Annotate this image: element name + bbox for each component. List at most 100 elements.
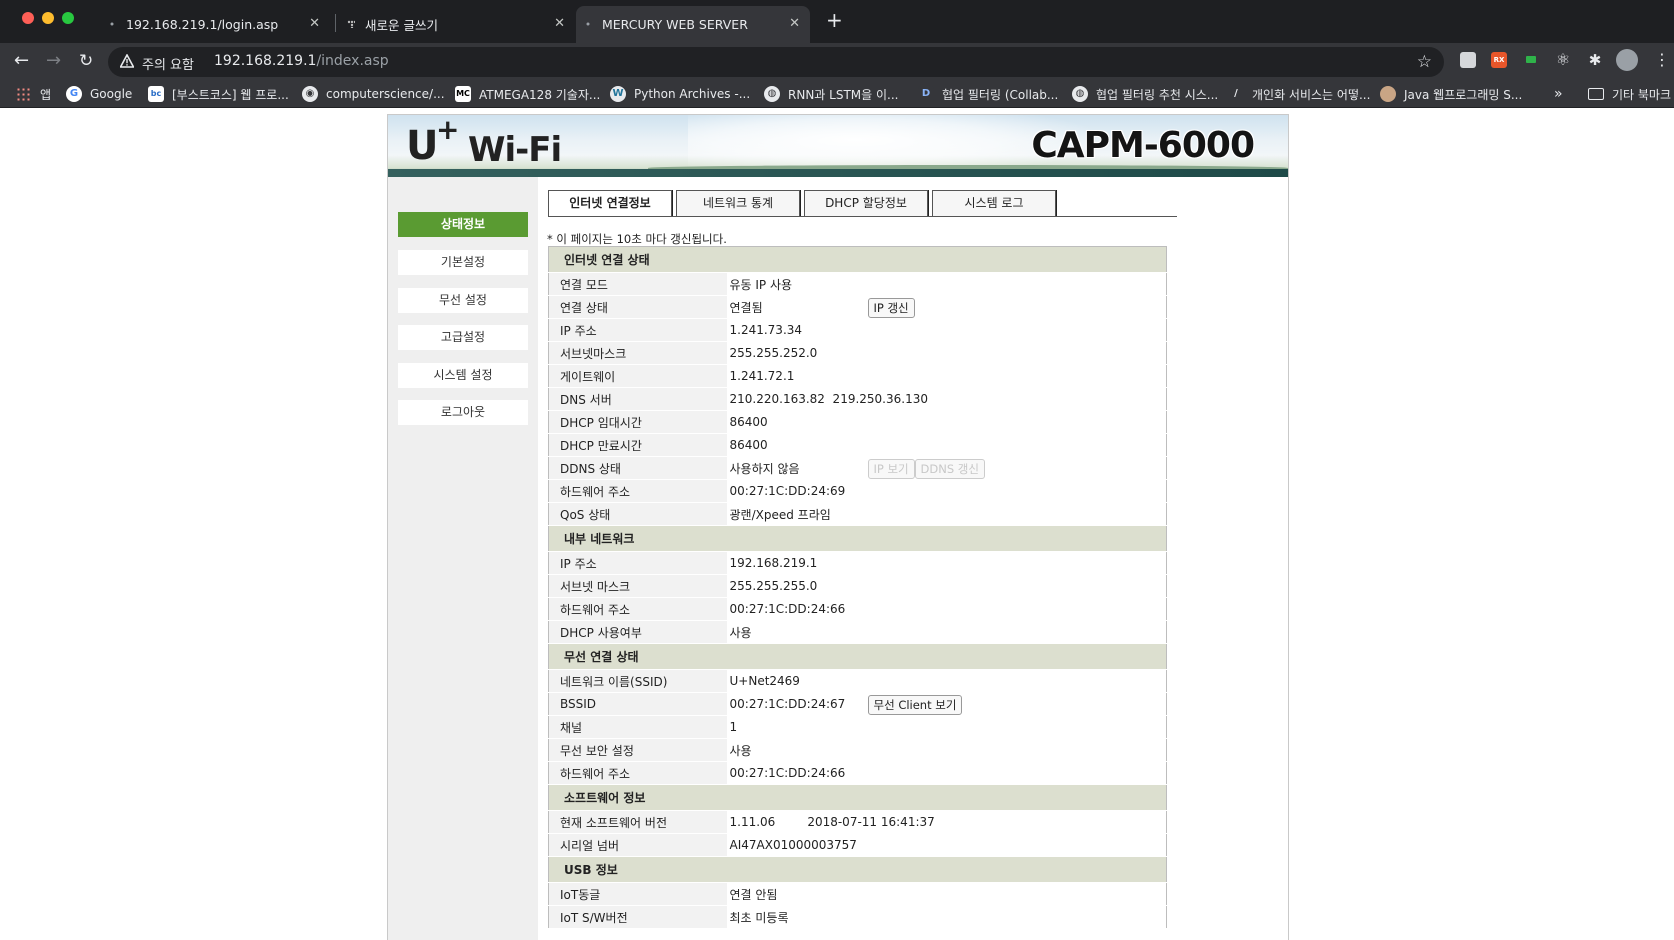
bookmark-label: RNN과 LSTM을 이... — [788, 87, 899, 102]
row-value: 00:27:1C:DD:24:66 — [726, 597, 1167, 621]
bookmark-collab-recommend[interactable]: ◍ 협업 필터링 추천 시스... — [1072, 84, 1218, 104]
sidebar-item-advanced-settings[interactable]: 고급설정 — [398, 325, 528, 350]
bookmark-google[interactable]: G Google — [66, 84, 132, 104]
security-status-label[interactable]: 주의 요함 — [142, 54, 194, 73]
section-title: 무선 연결 상태 — [548, 643, 1167, 670]
profile-avatar[interactable] — [1616, 49, 1638, 71]
bookmark-label: ATMEGA128 기술자... — [479, 87, 601, 102]
bookmark-boostcourse[interactable]: bc [부스트코스] 웹 프로... — [148, 84, 289, 104]
row-label: 채널 — [548, 715, 727, 739]
banner-ground — [388, 169, 1288, 177]
row-value: 00:27:1C:DD:24:66 — [726, 761, 1167, 785]
tab-dhcp-allocation[interactable]: DHCP 할당정보 — [804, 190, 928, 216]
bookmark-java-web[interactable]: Java 웹프로그래밍 S... — [1380, 84, 1522, 104]
tab-internet-connection[interactable]: 인터넷 연결정보 — [548, 190, 672, 217]
browser-tab-mercury[interactable]: MERCURY WEB SERVER ✕ — [576, 6, 810, 43]
page-favicon-icon — [110, 22, 114, 26]
row-label: 연결 모드 — [548, 272, 727, 296]
bookmark-label: Python Archives -... — [634, 87, 751, 101]
row-label: 게이트웨이 — [548, 364, 727, 388]
bookmark-apps[interactable]: 앱 — [16, 84, 51, 104]
page-favicon-icon — [586, 22, 590, 26]
extension-ghost-icon[interactable] — [1460, 52, 1476, 68]
section-title: 내부 네트워크 — [548, 525, 1167, 552]
bookmark-personalization[interactable]: / 개인화 서비스는 어떻... — [1228, 84, 1370, 104]
other-bookmarks-folder[interactable]: 기타 북마크 — [1588, 84, 1671, 104]
close-tab-icon[interactable]: ✕ — [554, 16, 565, 31]
sidebar-item-logout[interactable]: 로그아웃 — [398, 400, 528, 425]
url-host: 192.168.219.1 — [214, 53, 317, 69]
row-label: 시리얼 넘버 — [548, 833, 727, 857]
row-value: 최초 미등록 — [726, 905, 1167, 929]
logo-wifi: Wi-Fi — [468, 130, 562, 170]
logo-plus: + — [436, 115, 460, 146]
ip-renew-button[interactable]: IP 갱신 — [867, 298, 915, 318]
section-header: 내부 네트워크 — [548, 525, 1167, 552]
wireless-client-view-button[interactable]: 무선 Client 보기 — [867, 695, 963, 715]
extension-react-icon[interactable]: ⚛ — [1555, 52, 1571, 68]
bookmark-star-icon[interactable]: ☆ — [1417, 52, 1432, 72]
row-label: QoS 상태 — [548, 502, 727, 526]
ddns-renew-button[interactable]: DDNS 갱신 — [914, 459, 985, 479]
tab-network-stats[interactable]: 네트워크 통계 — [676, 190, 800, 216]
close-tab-icon[interactable]: ✕ — [309, 16, 320, 31]
refresh-note: * 이 페이지는 10초 마다 갱신됩니다. — [547, 232, 727, 246]
folder-icon — [1588, 88, 1604, 100]
row-label: 하드웨어 주소 — [548, 761, 727, 785]
tab-system-log[interactable]: 시스템 로그 — [932, 190, 1056, 216]
bookmark-python-archives[interactable]: W Python Archives -... — [610, 84, 750, 104]
table-row: 하드웨어 주소 00:27:1C:DD:24:66 — [548, 761, 1167, 785]
row-value: U+Net2469 — [726, 669, 1167, 693]
table-row: 시리얼 넘버 AI47AX01000003757 — [548, 833, 1167, 857]
sidebar-item-basic-settings[interactable]: 기본설정 — [398, 250, 528, 275]
table-row: 연결 상태 연결됨 IP 갱신 — [548, 295, 1167, 319]
minimize-window-button[interactable] — [42, 12, 54, 24]
header-banner: U + Wi-Fi CAPM-6000 — [388, 115, 1288, 177]
logo-u: U — [406, 123, 439, 169]
new-tab-button[interactable]: + — [826, 10, 843, 30]
bookmark-computerscience[interactable]: ◉ computerscience/... — [302, 84, 445, 104]
browser-tab-login[interactable]: 192.168.219.1/login.asp ✕ — [100, 6, 330, 43]
row-value: 유동 IP 사용 — [726, 272, 1167, 296]
extension-rx-icon[interactable]: RX — [1491, 52, 1507, 68]
row-value: 255.255.252.0 — [726, 341, 1167, 365]
table-row: IoT S/W버전 최초 미등록 — [548, 905, 1167, 929]
extensions-puzzle-icon[interactable]: ✱ — [1587, 52, 1603, 68]
sidebar-item-wireless-settings[interactable]: 무선 설정 — [398, 288, 528, 313]
row-value: 1.241.73.34 — [726, 318, 1167, 342]
back-button[interactable]: ← — [14, 50, 29, 72]
close-window-button[interactable] — [22, 12, 34, 24]
table-row: IP 주소 192.168.219.1 — [548, 551, 1167, 575]
table-row: IP 주소 1.241.73.34 — [548, 318, 1167, 342]
address-bar[interactable]: 주의 요함 192.168.219.1/index.asp ☆ — [108, 47, 1444, 77]
row-value: 192.168.219.1 — [726, 551, 1167, 575]
page-viewport: U + Wi-Fi CAPM-6000 상태정보 기본설정 무선 설정 고급설정… — [0, 109, 1674, 940]
row-value: 255.255.255.0 — [726, 574, 1167, 598]
bookmarks-bar: 앱 G Google bc [부스트코스] 웹 프로... ◉ computer… — [0, 80, 1674, 108]
router-admin-frame: U + Wi-Fi CAPM-6000 상태정보 기본설정 무선 설정 고급설정… — [387, 114, 1289, 940]
reload-button[interactable]: ↻ — [79, 50, 93, 72]
extension-green-icon[interactable] — [1523, 52, 1539, 68]
url-text[interactable]: 192.168.219.1/index.asp — [214, 53, 389, 69]
sidebar-item-system-settings[interactable]: 시스템 설정 — [398, 363, 528, 388]
close-tab-icon[interactable]: ✕ — [789, 16, 800, 31]
row-value: 00:27:1C:DD:24:69 — [726, 479, 1167, 503]
bookmark-atmega128[interactable]: MC ATMEGA128 기술자... — [455, 84, 600, 104]
row-value: 1 — [726, 715, 1167, 739]
bookmark-collab-filtering[interactable]: D 협업 필터링 (Collab... — [918, 84, 1058, 104]
bookmark-rnn-lstm[interactable]: ◍ RNN과 LSTM을 이... — [764, 84, 898, 104]
forward-button[interactable]: → — [46, 50, 61, 72]
browser-tab-new-post[interactable]: 새로운 글쓰기 ✕ — [339, 6, 575, 43]
browser-menu-icon[interactable]: ⋮ — [1654, 50, 1670, 70]
tab-title: MERCURY WEB SERVER — [602, 17, 748, 32]
row-label: 서브넷 마스크 — [548, 574, 727, 598]
ddns-ip-view-button[interactable]: IP 보기 — [867, 459, 915, 479]
main-content: 인터넷 연결정보 네트워크 통계 DHCP 할당정보 시스템 로그 * 이 페이… — [538, 177, 1288, 940]
more-bookmarks-button[interactable]: » — [1554, 86, 1563, 102]
browser-toolbar: ← → ↻ 주의 요함 192.168.219.1/index.asp ☆ RX… — [0, 43, 1674, 80]
bookmark-label: 협업 필터링 추천 시스... — [1096, 87, 1219, 102]
sidebar-item-status[interactable]: 상태정보 — [398, 212, 528, 237]
zoom-window-button[interactable] — [62, 12, 74, 24]
table-row: 서브넷마스크 255.255.252.0 — [548, 341, 1167, 365]
section-header: 무선 연결 상태 — [548, 643, 1167, 670]
